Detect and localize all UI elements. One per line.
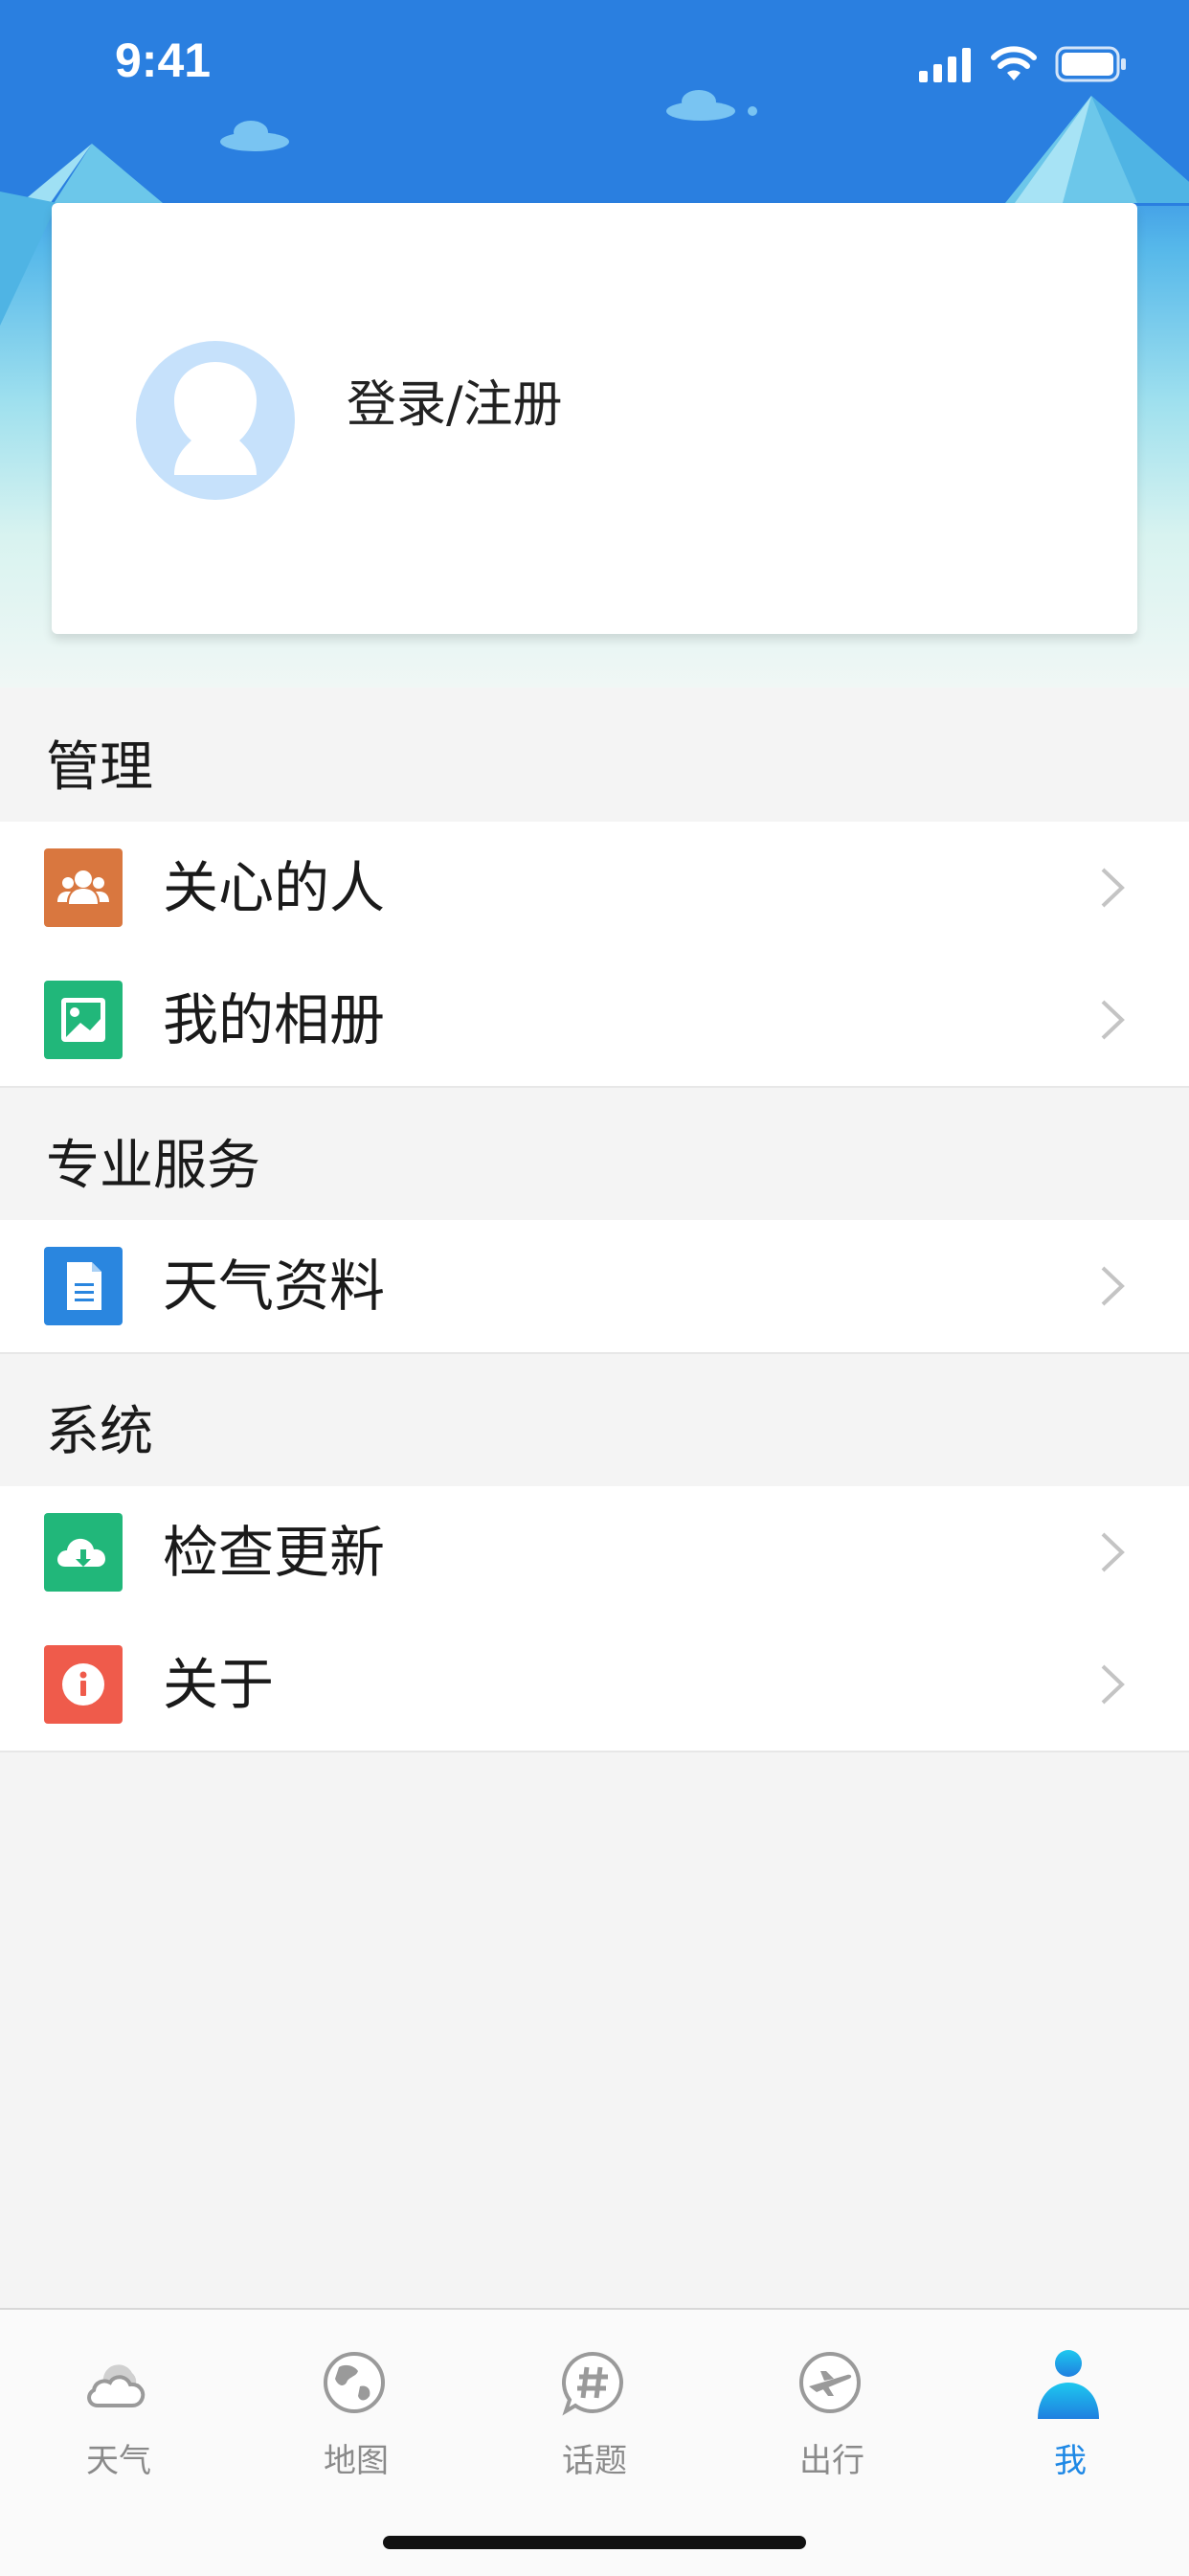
cloud-icon [87,2364,146,2407]
cellular-signal-icon [919,48,971,82]
status-time: 9:41 [115,34,212,87]
tab-topics[interactable]: 话题 [476,2333,713,2480]
list-item-label: 天气资料 [163,1254,386,1319]
list-item-label: 关心的人 [163,855,386,920]
chevron-right-icon [1101,1532,1125,1572]
list-item-weather-data[interactable]: 天气资料 [0,1220,1189,1354]
list-item-label: 检查更新 [163,1520,386,1585]
tab-map[interactable]: 地图 [237,2333,475,2480]
people-icon [44,848,123,927]
battery-icon [1055,46,1126,82]
photo-icon [44,981,123,1059]
list-item-my-album[interactable]: 我的相册 [0,954,1189,1088]
chevron-right-icon [1101,868,1125,908]
home-indicator[interactable] [383,2536,806,2549]
tab-label: 地图 [324,2442,389,2480]
list-item-label: 我的相册 [163,987,386,1052]
section-title-system: 系统 [46,1401,153,1463]
cloud-download-icon [44,1513,123,1592]
status-bar: 9:41 [0,0,1189,124]
globe-icon [324,2352,385,2413]
tab-label: 我 [1054,2442,1087,2480]
default-avatar-icon [174,362,257,475]
tab-label: 出行 [799,2442,864,2480]
chevron-right-icon [1101,1664,1125,1705]
chevron-right-icon [1101,1266,1125,1306]
profile-card[interactable]: 登录/注册 [52,203,1137,634]
info-icon [44,1645,123,1724]
tab-label: 话题 [562,2442,627,2480]
tab-travel[interactable]: 出行 [713,2333,951,2480]
list-item-label: 关于 [163,1652,275,1717]
tab-me[interactable]: 我 [952,2333,1189,2480]
airplane-icon [799,2352,861,2413]
document-icon [44,1247,123,1325]
section-title-professional-services: 专业服务 [46,1135,260,1197]
list-item-caring-people[interactable]: 关心的人 [0,822,1189,956]
hashtag-icon [562,2351,623,2416]
wifi-icon [991,46,1037,80]
status-icons [919,44,1128,82]
avatar[interactable] [136,341,295,500]
section-title-manage: 管理 [46,736,153,799]
tab-label: 天气 [86,2442,151,2480]
tab-weather[interactable]: 天气 [0,2333,237,2480]
list-item-about[interactable]: 关于 [0,1618,1189,1752]
login-register-link[interactable]: 登录/注册 [347,364,563,436]
list-item-check-update[interactable]: 检查更新 [0,1486,1189,1620]
chevron-right-icon [1101,1000,1125,1040]
person-icon [1038,2350,1099,2419]
